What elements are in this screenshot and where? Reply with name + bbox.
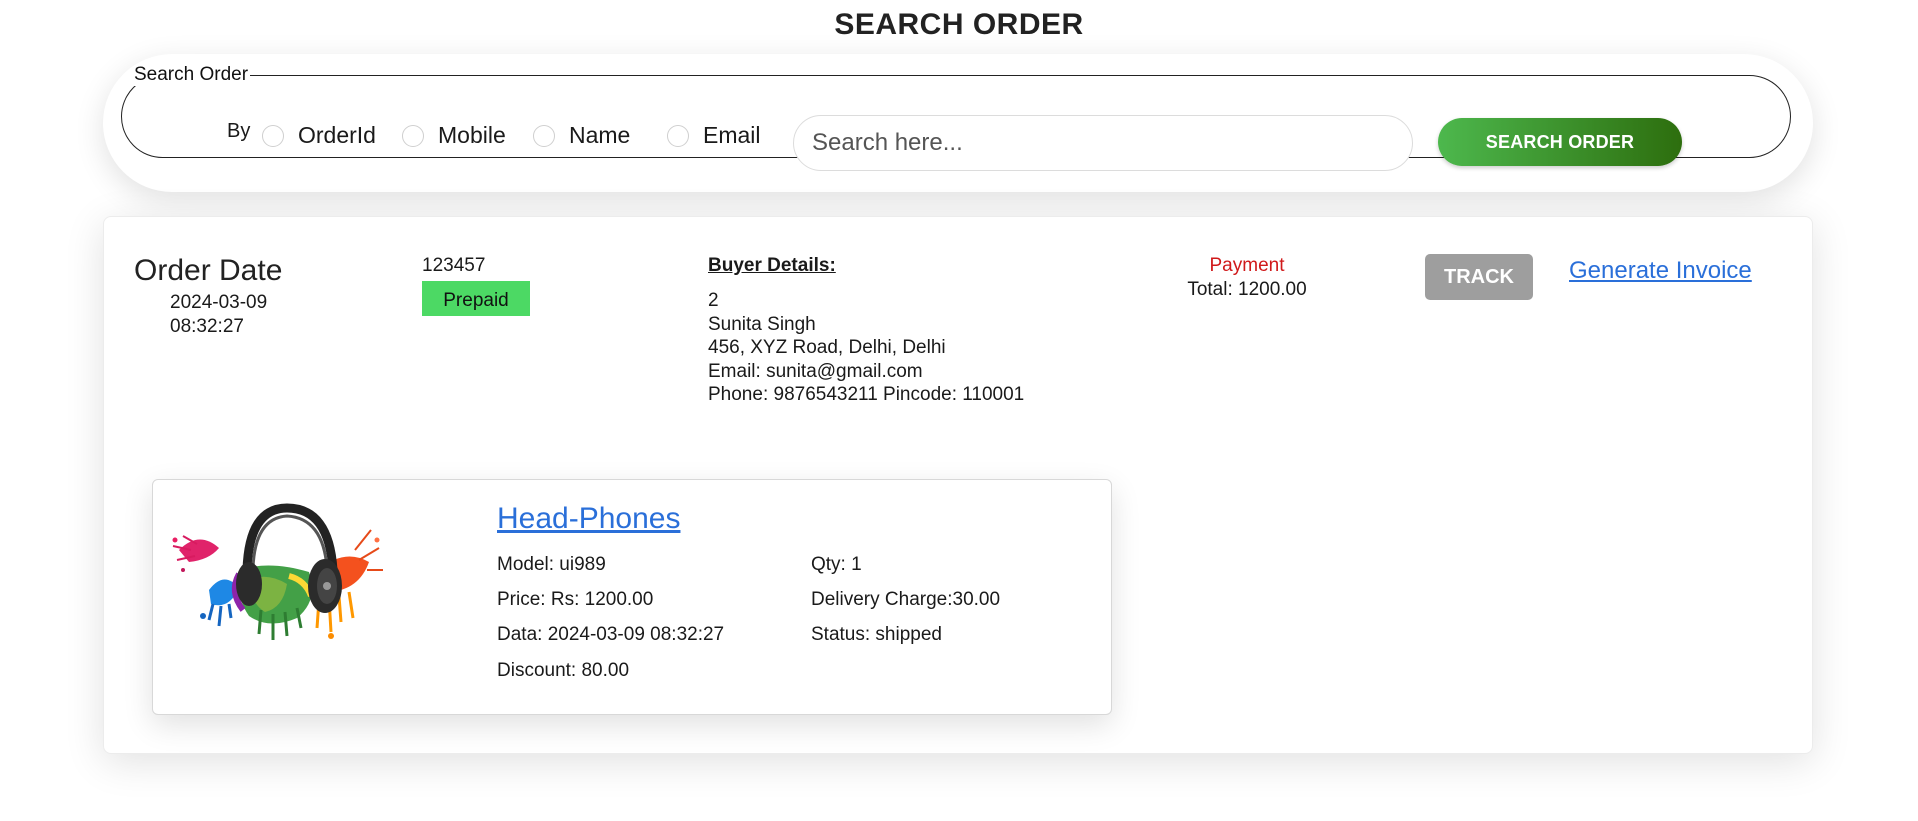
buyer-name: Sunita Singh [708, 313, 816, 335]
radio-name[interactable]: Name [533, 122, 630, 149]
radio-circle-icon[interactable] [262, 124, 284, 147]
radio-circle-icon[interactable] [402, 124, 424, 147]
radio-circle-icon[interactable] [667, 124, 689, 147]
search-fieldset: Search Order By OrderId Mobile Name Emai… [121, 64, 1791, 171]
radio-orderid[interactable]: OrderId [262, 122, 376, 149]
radio-circle-icon[interactable] [533, 124, 555, 147]
headphones-icon [172, 503, 383, 640]
buyer-email: Email: sunita@gmail.com [708, 360, 923, 382]
payment-mode-badge: Prepaid [422, 281, 530, 316]
order-card: Order Date 2024-03-09 08:32:27 123457 Pr… [103, 216, 1813, 754]
product-delivery-charge: Delivery Charge:30.00 [811, 589, 1001, 610]
buyer-id: 2 [708, 290, 719, 311]
payment-label: Payment [1209, 255, 1285, 276]
search-input[interactable] [793, 115, 1413, 171]
buyer-address: 456, XYZ Road, Delhi, Delhi [708, 337, 946, 358]
payment-total: Total: 1200.00 [1187, 279, 1307, 300]
order-date-value: 2024-03-09 08:32:27 [170, 292, 268, 337]
search-order-button[interactable]: SEARCH ORDER [1438, 118, 1682, 166]
order-date-title: Order Date [134, 254, 283, 287]
radio-label-email: Email [703, 122, 761, 148]
product-discount: Discount: 80.00 [497, 660, 630, 681]
product-card: Head-Phones Model: ui989 Price: Rs: 1200… [152, 479, 1112, 715]
radio-label-mobile: Mobile [438, 122, 506, 148]
radio-label-name: Name [569, 122, 631, 148]
product-date: Data: 2024-03-09 08:32:27 [497, 624, 725, 645]
radio-label-orderid: OrderId [298, 122, 376, 148]
radio-mobile[interactable]: Mobile [402, 122, 506, 149]
buyer-phone-pincode: Phone: 9876543211 Pincode: 110001 [708, 384, 1025, 405]
product-status: Status: shipped [811, 624, 942, 645]
product-qty: Qty: 1 [811, 554, 862, 575]
product-price: Price: Rs: 1200.00 [497, 589, 654, 610]
buyer-details-heading: Buyer Details: [708, 255, 836, 276]
generate-invoice-link[interactable]: Generate Invoice [1569, 257, 1752, 285]
search-by-label: By [227, 120, 251, 142]
page-title: SEARCH ORDER [834, 8, 1084, 41]
product-model: Model: ui989 [497, 554, 606, 575]
track-button[interactable]: TRACK [1425, 254, 1533, 300]
buyer-details: 2 Sunita Singh 456, XYZ Road, Delhi, Del… [708, 289, 1024, 407]
radio-email[interactable]: Email [667, 122, 761, 149]
search-panel: Search Order By OrderId Mobile Name Emai… [103, 54, 1813, 192]
product-name-link[interactable]: Head-Phones [497, 502, 680, 536]
order-id: 123457 [422, 255, 486, 276]
search-legend: Search Order [134, 64, 249, 85]
